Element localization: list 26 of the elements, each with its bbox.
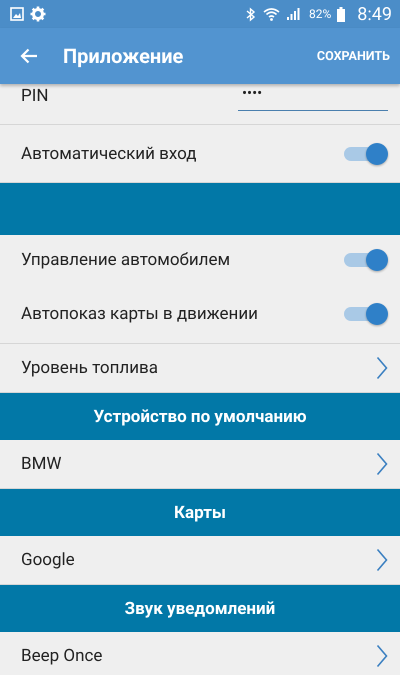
setting-label[interactable]: Уровень топлива [21, 358, 158, 378]
section-title: Устройство по умолчанию [93, 406, 307, 426]
section-title: Карты [174, 502, 226, 522]
chevron-icon[interactable] [376, 452, 388, 476]
pin-field[interactable]: •••• [238, 84, 388, 111]
chevron-icon[interactable] [376, 644, 388, 668]
back-icon[interactable] [20, 48, 38, 64]
setting-label: Управление автомобилем [21, 250, 230, 270]
bluetooth-icon [245, 6, 257, 22]
setting-label: Автопоказ карты в движении [21, 304, 258, 324]
setting-label[interactable]: Beep Once [21, 646, 102, 666]
wifi-icon [263, 6, 280, 22]
setting-label: PIN [21, 86, 48, 106]
chevron-icon[interactable] [376, 548, 388, 572]
image-icon [10, 7, 24, 21]
setting-label[interactable]: BMW [21, 454, 62, 474]
section-title: Звук уведомлений [124, 598, 276, 618]
battery-icon [337, 6, 346, 22]
screen-title: Приложение [63, 44, 184, 68]
chevron-icon[interactable] [376, 356, 388, 380]
signal-icon [286, 7, 301, 21]
clock: 8:49 [357, 4, 392, 24]
setting-label: Автоматический вход [21, 144, 196, 164]
battery-percentage: 82% [309, 7, 332, 21]
setting-label[interactable]: Google [21, 550, 75, 570]
gear-icon [30, 6, 46, 22]
